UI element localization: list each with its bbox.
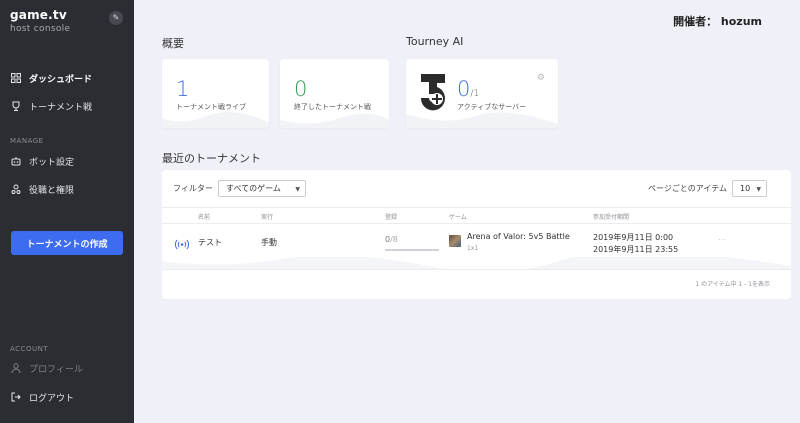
card-wave <box>280 113 389 128</box>
column-header-run[interactable]: 実行 <box>261 212 273 221</box>
game-title: Arena of Valor: 5v5 Battle <box>467 232 570 241</box>
finished-count: 0 <box>294 77 308 101</box>
settings-gear-icon[interactable]: ⚙ <box>537 73 545 83</box>
recent-tournaments-panel: フィルター すべてのゲーム ▼ ページごとのアイテム 10 ▼ 名前 実行 登録… <box>162 170 791 299</box>
registration-end: 2019年9月11日 23:55 <box>593 245 679 254</box>
brand[interactable]: game.tv host console <box>10 8 70 34</box>
active-servers-total: /1 <box>470 89 480 99</box>
divider <box>162 269 791 270</box>
registration-start: 2019年9月11日 0:00 <box>593 233 674 242</box>
trophy-icon <box>10 100 22 112</box>
tourney-ai-title: Tourney AI <box>406 35 464 48</box>
tournament-name[interactable]: テスト <box>198 237 222 248</box>
sidebar-item-label: ログアウト <box>29 393 75 404</box>
column-header-registration-period[interactable]: 参加受付期間 <box>593 212 629 221</box>
host-name: 開催者： hozum <box>673 15 762 28</box>
recent-tournaments-title: 最近のトーナメント <box>162 152 261 165</box>
more-options-icon[interactable]: ⋯ <box>718 235 726 244</box>
sidebar-item-tournaments[interactable]: トーナメント戦 <box>10 98 92 114</box>
card-wave <box>406 112 558 128</box>
column-header-game[interactable]: ゲーム <box>449 212 467 221</box>
live-count: 1 <box>176 77 190 101</box>
filter-label: フィルター <box>173 184 213 193</box>
game-filter-value: すべてのゲーム <box>226 184 281 193</box>
create-tournament-button[interactable]: トーナメントの作成 <box>11 231 123 255</box>
registration-progress-bar <box>385 249 439 251</box>
chevron-down-icon: ▼ <box>295 186 300 193</box>
overview-title: 概要 <box>162 37 184 50</box>
chevron-down-icon: ▼ <box>756 186 761 193</box>
pin-icon[interactable]: ✎ <box>109 11 123 25</box>
items-per-page-select[interactable]: 10 ▼ <box>732 180 767 197</box>
active-servers-value: 0 <box>457 77 471 101</box>
divider <box>162 207 791 208</box>
roles-icon <box>10 183 22 195</box>
user-icon <box>10 362 22 374</box>
sidebar-item-label: ボット設定 <box>29 157 75 168</box>
sidebar-item-label: ダッシュボード <box>29 74 93 85</box>
sidebar-item-roles[interactable]: 役職と権限 <box>10 181 74 197</box>
game-filter-select[interactable]: すべてのゲーム ▼ <box>218 180 306 197</box>
active-servers-count: 0/1 <box>457 77 479 101</box>
registration-capacity: /8 <box>390 235 398 244</box>
sidebar-item-label: トーナメント戦 <box>29 102 93 113</box>
game-thumbnail <box>449 235 461 247</box>
sidebar-item-profile[interactable]: プロフィール <box>10 360 83 376</box>
sidebar-item-label: 役職と権限 <box>29 185 75 196</box>
column-header-name[interactable]: 名前 <box>198 212 210 221</box>
account-section-label: ACCOUNT <box>10 345 49 353</box>
game-format: 1x1 <box>467 245 479 252</box>
logout-icon <box>10 391 22 403</box>
brand-subtitle: host console <box>10 24 71 34</box>
registration-count: 0/8 <box>385 235 398 244</box>
manage-section-label: MANAGE <box>10 137 44 145</box>
finished-tournaments-card[interactable]: 0 終了したトーナメント戦 <box>280 59 389 128</box>
brand-name: game.tv <box>10 8 67 22</box>
column-header-registration[interactable]: 登録 <box>385 212 397 221</box>
tourney-ai-card[interactable]: 0/1 アクティブなサーバー ⚙ <box>406 59 558 128</box>
card-wave <box>162 112 269 128</box>
pagination-summary: 1 のアイテム中 1 - 1を表示 <box>695 281 770 288</box>
row-wave <box>162 257 791 269</box>
live-broadcast-icon <box>174 235 190 254</box>
items-per-page-value: 10 <box>740 184 751 193</box>
sidebar-item-dashboard[interactable]: ダッシュボード <box>10 70 92 86</box>
sidebar-item-logout[interactable]: ログアウト <box>10 389 74 405</box>
dashboard-icon <box>10 72 22 84</box>
sidebar-item-bot-settings[interactable]: ボット設定 <box>10 153 74 169</box>
tournament-run-mode: 手動 <box>261 238 277 247</box>
sidebar: game.tv host console ✎ ダッシュボード トーナメント戦 M… <box>0 0 134 423</box>
sidebar-item-label: プロフィール <box>29 364 83 375</box>
live-tournaments-card[interactable]: 1 トーナメント戦ライブ <box>162 59 269 128</box>
robot-icon <box>10 155 22 167</box>
items-per-page-label: ページごとのアイテム <box>648 184 727 193</box>
